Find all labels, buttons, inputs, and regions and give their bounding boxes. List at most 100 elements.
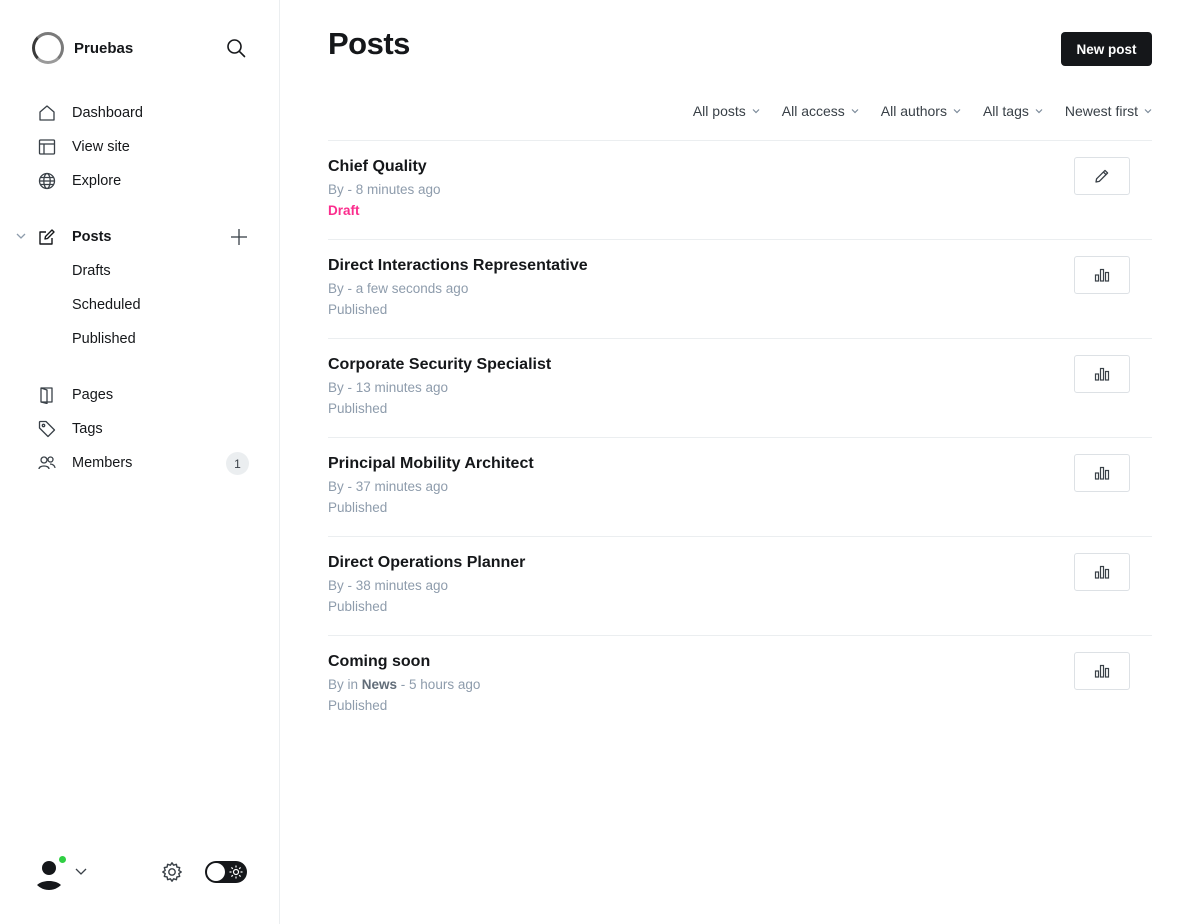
edit-post-button[interactable] xyxy=(1074,157,1130,195)
post-meta: By - 8 minutes ago xyxy=(328,182,441,197)
sidebar-item-label: Dashboard xyxy=(72,105,143,121)
meta-suffix: - 5 hours ago xyxy=(397,677,481,692)
filter-label: All posts xyxy=(692,103,746,119)
post-title[interactable]: Direct Operations Planner xyxy=(328,554,525,572)
status-badge: Published xyxy=(328,599,388,614)
post-analytics-button[interactable] xyxy=(1074,355,1130,393)
filter-label: All access xyxy=(781,103,845,119)
post-analytics-button[interactable] xyxy=(1074,553,1130,591)
sidebar-item-scheduled[interactable]: Scheduled xyxy=(0,288,279,322)
sidebar-item-view-site[interactable]: View site xyxy=(0,130,279,164)
home-icon xyxy=(38,104,56,122)
filter-label: All authors xyxy=(880,103,947,119)
globe-icon xyxy=(38,172,56,190)
sidebar-item-label: Posts xyxy=(72,229,112,245)
tag-icon xyxy=(38,420,56,438)
chevron-down-icon xyxy=(1144,109,1152,114)
page-title: Posts xyxy=(328,26,410,61)
new-post-button[interactable]: New post xyxy=(1061,32,1152,66)
sidebar-item-label: Pages xyxy=(72,387,114,403)
status-badge: Draft xyxy=(328,203,360,218)
filter-access-dropdown[interactable]: All access xyxy=(782,103,859,119)
sidebar-item-posts[interactable]: Posts xyxy=(0,220,279,254)
post-title[interactable]: Corporate Security Specialist xyxy=(328,356,551,374)
post-meta: By - 38 minutes ago xyxy=(328,578,449,593)
sidebar-item-drafts[interactable]: Drafts xyxy=(0,254,279,288)
filter-bar: All posts All access All authors All tag… xyxy=(671,100,1152,122)
search-icon[interactable] xyxy=(224,36,248,60)
chevron-down-icon[interactable] xyxy=(15,230,27,242)
stats-icon xyxy=(1094,565,1110,579)
status-badge: Published xyxy=(328,302,388,317)
post-title[interactable]: Direct Interactions Representative xyxy=(328,257,588,275)
sidebar-item-label: Explore xyxy=(72,173,122,189)
sun-icon xyxy=(229,865,243,879)
post-title[interactable]: Coming soon xyxy=(328,653,430,671)
chevron-down-icon xyxy=(953,109,961,114)
meta-prefix: By in xyxy=(328,677,362,692)
list-item[interactable]: Direct Interactions Representative By - … xyxy=(328,239,1152,338)
sidebar-item-label: View site xyxy=(72,139,130,155)
filter-type-dropdown[interactable]: All posts xyxy=(693,103,760,119)
sidebar-nav: Dashboard View site Explore Posts Drafts… xyxy=(0,96,279,480)
stats-icon xyxy=(1094,367,1110,381)
sidebar-item-label: Published xyxy=(72,331,136,347)
site-header: Pruebas xyxy=(32,32,250,64)
sidebar-item-label: Members xyxy=(72,455,133,471)
add-post-icon[interactable] xyxy=(229,227,249,247)
filter-order-dropdown[interactable]: Newest first xyxy=(1065,103,1152,119)
admin-app: Pruebas Dashboard View site Explore Post… xyxy=(0,0,1200,924)
sidebar-item-tags[interactable]: Tags xyxy=(0,412,279,446)
chevron-down-icon xyxy=(851,109,859,114)
post-title[interactable]: Principal Mobility Architect xyxy=(328,455,534,473)
post-title[interactable]: Chief Quality xyxy=(328,158,427,176)
chevron-down-icon[interactable] xyxy=(74,864,88,878)
list-item[interactable]: Principal Mobility Architect By - 37 min… xyxy=(328,437,1152,536)
edit-post-icon xyxy=(38,228,56,246)
post-meta: By - 13 minutes ago xyxy=(328,380,449,395)
chevron-down-icon xyxy=(1035,109,1043,114)
post-meta: By in News - 5 hours ago xyxy=(328,677,480,692)
status-badge: Published xyxy=(328,698,388,713)
post-analytics-button[interactable] xyxy=(1074,454,1130,492)
post-analytics-button[interactable] xyxy=(1074,652,1130,690)
sidebar-item-members[interactable]: Members 1 xyxy=(0,446,279,480)
stats-icon xyxy=(1094,664,1110,678)
main-content: Posts New post All posts All access All … xyxy=(280,0,1200,924)
filter-tags-dropdown[interactable]: All tags xyxy=(983,103,1043,119)
toggle-knob xyxy=(207,863,225,881)
sidebar-footer xyxy=(32,854,248,890)
list-item[interactable]: Direct Operations Planner By - 38 minute… xyxy=(328,536,1152,635)
members-count-badge: 1 xyxy=(226,452,249,475)
stats-icon xyxy=(1094,268,1110,282)
members-icon xyxy=(38,454,56,472)
site-title[interactable]: Pruebas xyxy=(74,40,133,57)
list-item[interactable]: Chief Quality By - 8 minutes ago Draft xyxy=(328,140,1152,239)
filter-label: Newest first xyxy=(1064,103,1138,119)
gear-icon[interactable] xyxy=(161,861,183,883)
post-primary-tag[interactable]: News xyxy=(362,677,397,692)
online-status-dot xyxy=(57,854,68,865)
layout-icon xyxy=(38,138,56,156)
post-meta: By - 37 minutes ago xyxy=(328,479,449,494)
list-item[interactable]: Coming soon By in News - 5 hours ago Pub… xyxy=(328,635,1152,734)
list-item[interactable]: Corporate Security Specialist By - 13 mi… xyxy=(328,338,1152,437)
sidebar-item-explore[interactable]: Explore xyxy=(0,164,279,198)
post-analytics-button[interactable] xyxy=(1074,256,1130,294)
sidebar-item-dashboard[interactable]: Dashboard xyxy=(0,96,279,130)
sidebar-item-label: Tags xyxy=(72,421,103,437)
sidebar-item-published[interactable]: Published xyxy=(0,322,279,356)
filter-authors-dropdown[interactable]: All authors xyxy=(881,103,961,119)
pages-icon xyxy=(38,386,56,404)
status-badge: Published xyxy=(328,401,388,416)
pencil-icon xyxy=(1095,169,1109,183)
posts-list: Chief Quality By - 8 minutes ago Draft D… xyxy=(328,140,1152,734)
site-logo[interactable] xyxy=(32,32,64,64)
theme-toggle[interactable] xyxy=(205,861,247,883)
chevron-down-icon xyxy=(752,109,760,114)
sidebar-item-pages[interactable]: Pages xyxy=(0,378,279,412)
status-badge: Published xyxy=(328,500,388,515)
sidebar-item-label: Scheduled xyxy=(72,297,141,313)
